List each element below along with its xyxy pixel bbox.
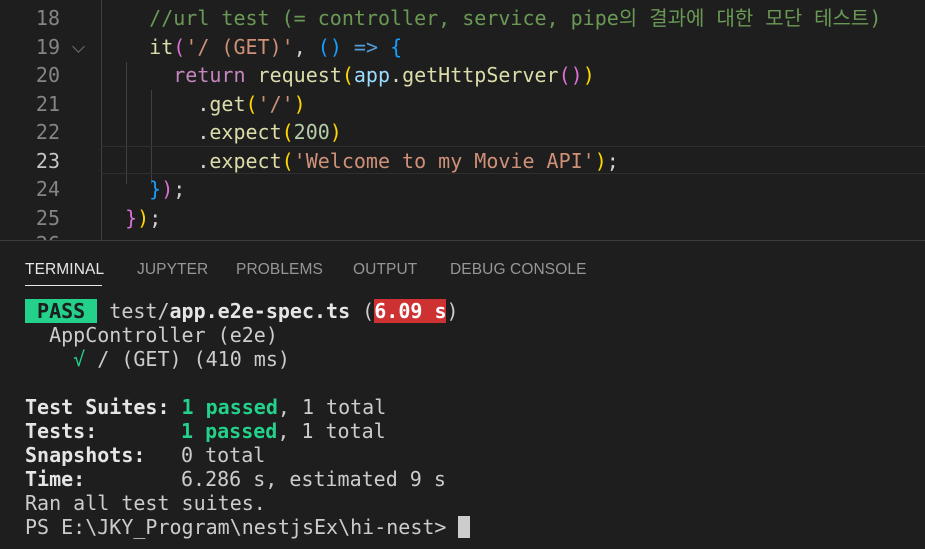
code-token: app bbox=[353, 63, 391, 87]
code-token: => bbox=[353, 34, 379, 59]
code-token: it bbox=[149, 34, 174, 59]
code-token: getHttpServer bbox=[402, 63, 559, 87]
code-token: '/ (GET)' bbox=[185, 34, 294, 59]
code-line: 24 }); bbox=[0, 175, 925, 203]
code-token: expect bbox=[209, 148, 282, 173]
suite-name: AppController (e2e) bbox=[25, 323, 278, 347]
code-line: 18 //url test (= controller, service, pi… bbox=[0, 4, 925, 32]
code-token: ( bbox=[281, 148, 294, 173]
code-token: 200 bbox=[293, 120, 330, 144]
code-line: 19 it('/ (GET)', () => { bbox=[0, 33, 925, 61]
tab-jupyter[interactable]: JUPYTER bbox=[137, 261, 208, 279]
code-token: //url test (= controller, service, pipe의… bbox=[149, 6, 882, 30]
code-line: 22 .expect(200) bbox=[0, 118, 925, 146]
code-token: ) bbox=[137, 205, 150, 230]
panel-tab-bar: TERMINAL JUPYTER PROBLEMS OUTPUT DEBUG C… bbox=[0, 241, 925, 291]
code-text: .expect(200) bbox=[101, 118, 342, 146]
code-text: return request(app.getHttpServer()) bbox=[101, 61, 595, 89]
code-token: request bbox=[257, 63, 342, 87]
line-number: 19 bbox=[35, 34, 60, 59]
tab-debug-console[interactable]: DEBUG CONSOLE bbox=[450, 261, 587, 279]
code-token: ) bbox=[594, 148, 607, 173]
code-token: ( bbox=[173, 34, 186, 59]
code-token: } bbox=[149, 177, 162, 201]
code-line: 20 return request(app.getHttpServer()) bbox=[0, 61, 925, 89]
line-number: 25 bbox=[35, 205, 60, 230]
code-token: ) bbox=[582, 63, 595, 87]
code-token: get bbox=[209, 91, 246, 116]
test-result-line: PASS test/app.e2e-spec.ts (6.09 s) bbox=[25, 299, 459, 323]
line-number: 21 bbox=[35, 91, 60, 116]
code-token: 'Welcome to my Movie API' bbox=[293, 148, 595, 173]
line-number: 18 bbox=[35, 6, 60, 30]
code-token: '/' bbox=[257, 91, 294, 116]
code-line-partial: 26 bbox=[0, 230, 925, 240]
terminal-cursor bbox=[458, 516, 471, 538]
summary-tests: Tests: 1 passed, 1 total bbox=[25, 419, 386, 443]
line-number: 24 bbox=[35, 177, 60, 201]
code-token: () bbox=[558, 63, 583, 87]
pass-badge: PASS bbox=[25, 299, 98, 323]
code-token: . bbox=[101, 120, 210, 144]
code-token: ) bbox=[293, 91, 306, 116]
code-token: ) bbox=[329, 120, 342, 144]
code-token: ; bbox=[606, 148, 619, 173]
code-token: ) bbox=[161, 177, 174, 201]
ran-all-line: Ran all test suites. bbox=[25, 491, 266, 515]
shell-prompt[interactable]: PS E:\JKY_Program\nestjsEx\hi-nest> bbox=[25, 515, 471, 539]
code-token: expect bbox=[209, 120, 282, 144]
code-token: , bbox=[293, 34, 318, 59]
tab-terminal[interactable]: TERMINAL bbox=[25, 261, 104, 279]
test-case-line: √ / (GET) (410 ms) bbox=[73, 347, 290, 371]
check-icon: √ bbox=[73, 347, 86, 371]
code-token: () bbox=[317, 34, 342, 59]
code-token: ( bbox=[245, 91, 258, 116]
summary-suites: Test Suites: 1 passed, 1 total bbox=[25, 395, 387, 419]
code-token: . bbox=[101, 91, 210, 116]
code-text: .expect('Welcome to my Movie API'); bbox=[101, 147, 619, 175]
tab-problems[interactable]: PROBLEMS bbox=[236, 261, 323, 279]
code-token: . bbox=[101, 148, 210, 173]
line-number: 20 bbox=[35, 63, 60, 87]
duration-badge: 6.09 s bbox=[374, 299, 447, 323]
summary-time: Time: 6.286 s, estimated 9 s bbox=[25, 467, 446, 491]
active-tab-indicator bbox=[25, 285, 102, 286]
code-token: } bbox=[125, 205, 138, 230]
code-token: . bbox=[390, 63, 403, 87]
code-token: ; bbox=[149, 205, 162, 230]
code-text: .get('/') bbox=[101, 90, 306, 118]
code-text: it('/ (GET)', () => { bbox=[101, 33, 402, 61]
tab-output[interactable]: OUTPUT bbox=[353, 261, 417, 279]
code-line: 23 .expect('Welcome to my Movie API'); bbox=[0, 147, 925, 175]
line-number: 22 bbox=[35, 120, 60, 144]
test-file-name: app.e2e-spec.ts bbox=[169, 299, 351, 323]
fold-chevron-icon[interactable] bbox=[72, 39, 85, 53]
code-token: { bbox=[390, 34, 403, 59]
summary-snapshots: Snapshots: 0 total bbox=[25, 443, 266, 467]
code-text: }); bbox=[101, 175, 185, 203]
code-editor[interactable]: 18 //url test (= controller, service, pi… bbox=[0, 0, 925, 240]
code-line: 21 .get('/') bbox=[0, 90, 925, 118]
code-token: ( bbox=[341, 63, 354, 87]
line-number: 23 bbox=[35, 148, 60, 173]
code-token: ; bbox=[173, 177, 186, 201]
code-line: 25 }); bbox=[0, 204, 925, 232]
code-token: return bbox=[173, 63, 246, 87]
code-text: //url test (= controller, service, pipe의… bbox=[101, 4, 881, 32]
code-token: ( bbox=[281, 120, 294, 144]
code-text: }); bbox=[101, 204, 161, 232]
